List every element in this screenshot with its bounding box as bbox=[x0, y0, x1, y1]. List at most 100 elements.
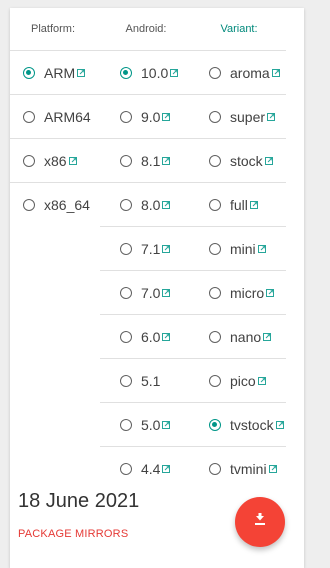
external-link-icon[interactable] bbox=[162, 464, 171, 473]
android-option-8-1[interactable]: 8.1 bbox=[100, 138, 196, 182]
radio-unchecked[interactable] bbox=[209, 110, 221, 123]
option-label: x86_64 bbox=[44, 196, 90, 213]
external-link-icon[interactable] bbox=[267, 112, 276, 121]
external-link-icon[interactable] bbox=[162, 156, 171, 165]
external-link-icon[interactable] bbox=[68, 156, 77, 165]
radio-unchecked[interactable] bbox=[23, 198, 35, 211]
external-link-icon[interactable] bbox=[77, 68, 86, 77]
option-label: 8.1 bbox=[141, 152, 161, 169]
release-date: 18 June 2021 bbox=[18, 490, 140, 512]
variant-header: Variant: bbox=[220, 23, 258, 35]
option-label: 8.0 bbox=[141, 196, 161, 213]
radio-unchecked[interactable] bbox=[120, 110, 132, 123]
radio-unchecked[interactable] bbox=[209, 462, 221, 475]
download-icon bbox=[252, 512, 268, 533]
platform-option-arm[interactable]: ARM bbox=[10, 50, 100, 94]
variant-option-stock[interactable]: stock bbox=[196, 138, 286, 182]
android-header: Android: bbox=[125, 23, 167, 35]
radio-unchecked[interactable] bbox=[120, 330, 132, 343]
android-option-7-1[interactable]: 7.1 bbox=[100, 226, 196, 270]
package-mirrors-link[interactable]: PACKAGE MIRRORS bbox=[18, 528, 128, 540]
radio-unchecked[interactable] bbox=[120, 286, 132, 299]
external-link-icon[interactable] bbox=[162, 112, 171, 121]
radio-unchecked[interactable] bbox=[209, 198, 221, 211]
option-label: x86 bbox=[44, 152, 67, 169]
android-option-5-1[interactable]: 5.1 bbox=[100, 358, 196, 402]
variant-option-aroma[interactable]: aroma bbox=[196, 50, 286, 94]
radio-unchecked[interactable] bbox=[120, 242, 132, 255]
variant-option-nano[interactable]: nano bbox=[196, 314, 286, 358]
external-link-icon[interactable] bbox=[257, 244, 266, 253]
external-link-icon[interactable] bbox=[264, 156, 273, 165]
option-label: pico bbox=[230, 372, 256, 389]
variant-option-super[interactable]: super bbox=[196, 94, 286, 138]
android-option-5-0[interactable]: 5.0 bbox=[100, 402, 196, 446]
option-label: 6.0 bbox=[141, 328, 161, 345]
platform-option-arm64[interactable]: ARM64 bbox=[10, 94, 100, 138]
android-option-10-0[interactable]: 10.0 bbox=[100, 50, 196, 94]
radio-checked[interactable] bbox=[209, 418, 221, 431]
option-label: 5.0 bbox=[141, 416, 161, 433]
radio-checked[interactable] bbox=[120, 66, 132, 79]
platform-column: Platform: ARM ARM64 x86 x86_64 bbox=[10, 8, 100, 226]
external-link-icon[interactable] bbox=[268, 464, 277, 473]
option-label: full bbox=[230, 196, 248, 213]
option-label: ARM bbox=[44, 64, 76, 81]
external-link-icon[interactable] bbox=[162, 288, 171, 297]
platform-header: Platform: bbox=[30, 23, 75, 35]
platform-option-x86-64[interactable]: x86_64 bbox=[10, 182, 100, 226]
option-label: super bbox=[230, 108, 266, 125]
external-link-icon[interactable] bbox=[249, 200, 258, 209]
radio-unchecked[interactable] bbox=[209, 154, 221, 167]
option-label: ARM64 bbox=[44, 108, 91, 125]
external-link-icon[interactable] bbox=[170, 68, 179, 77]
option-label: aroma bbox=[230, 64, 270, 81]
external-link-icon[interactable] bbox=[275, 420, 284, 429]
option-label: micro bbox=[230, 284, 265, 301]
option-label: nano bbox=[230, 328, 262, 345]
android-option-9-0[interactable]: 9.0 bbox=[100, 94, 196, 138]
radio-unchecked[interactable] bbox=[209, 242, 221, 255]
download-button[interactable] bbox=[235, 497, 285, 547]
android-option-6-0[interactable]: 6.0 bbox=[100, 314, 196, 358]
external-link-icon[interactable] bbox=[162, 420, 171, 429]
option-label: 7.0 bbox=[141, 284, 161, 301]
android-option-8-0[interactable]: 8.0 bbox=[100, 182, 196, 226]
radio-unchecked[interactable] bbox=[120, 462, 132, 475]
external-link-icon[interactable] bbox=[263, 332, 272, 341]
radio-unchecked[interactable] bbox=[209, 66, 221, 79]
radio-unchecked[interactable] bbox=[209, 374, 221, 387]
radio-unchecked[interactable] bbox=[209, 286, 221, 299]
radio-unchecked[interactable] bbox=[23, 154, 35, 167]
radio-unchecked[interactable] bbox=[120, 198, 132, 211]
option-label: tvstock bbox=[230, 416, 274, 433]
android-option-4-4[interactable]: 4.4 bbox=[100, 446, 196, 490]
variant-option-micro[interactable]: micro bbox=[196, 270, 286, 314]
radio-unchecked[interactable] bbox=[209, 330, 221, 343]
external-link-icon[interactable] bbox=[162, 200, 171, 209]
radio-unchecked[interactable] bbox=[23, 110, 35, 123]
option-label: 10.0 bbox=[141, 64, 169, 81]
variant-option-mini[interactable]: mini bbox=[196, 226, 286, 270]
radio-unchecked[interactable] bbox=[120, 418, 132, 431]
radio-unchecked[interactable] bbox=[120, 374, 132, 387]
variant-option-tvmini[interactable]: tvmini bbox=[196, 446, 286, 490]
external-link-icon[interactable] bbox=[162, 332, 171, 341]
external-link-icon[interactable] bbox=[257, 376, 266, 385]
option-label: mini bbox=[230, 240, 256, 257]
option-label: 9.0 bbox=[141, 108, 161, 125]
radio-checked[interactable] bbox=[23, 66, 35, 79]
radio-unchecked[interactable] bbox=[120, 154, 132, 167]
variant-option-full[interactable]: full bbox=[196, 182, 286, 226]
variant-option-tvstock[interactable]: tvstock bbox=[196, 402, 286, 446]
variant-option-pico[interactable]: pico bbox=[196, 358, 286, 402]
external-link-icon[interactable] bbox=[271, 68, 280, 77]
android-option-7-0[interactable]: 7.0 bbox=[100, 270, 196, 314]
gapps-package-card: Platform: ARM ARM64 x86 x86_64 Android: 10.… bbox=[10, 8, 304, 568]
option-label: 4.4 bbox=[141, 460, 161, 477]
platform-option-x86[interactable]: x86 bbox=[10, 138, 100, 182]
external-link-icon[interactable] bbox=[162, 244, 171, 253]
android-column: Android: 10.0 9.0 8.1 8.0 7.1 7.0 6.0 5.1 5.0 4.4 bbox=[100, 8, 196, 490]
external-link-icon[interactable] bbox=[266, 288, 275, 297]
option-label: stock bbox=[230, 152, 263, 169]
